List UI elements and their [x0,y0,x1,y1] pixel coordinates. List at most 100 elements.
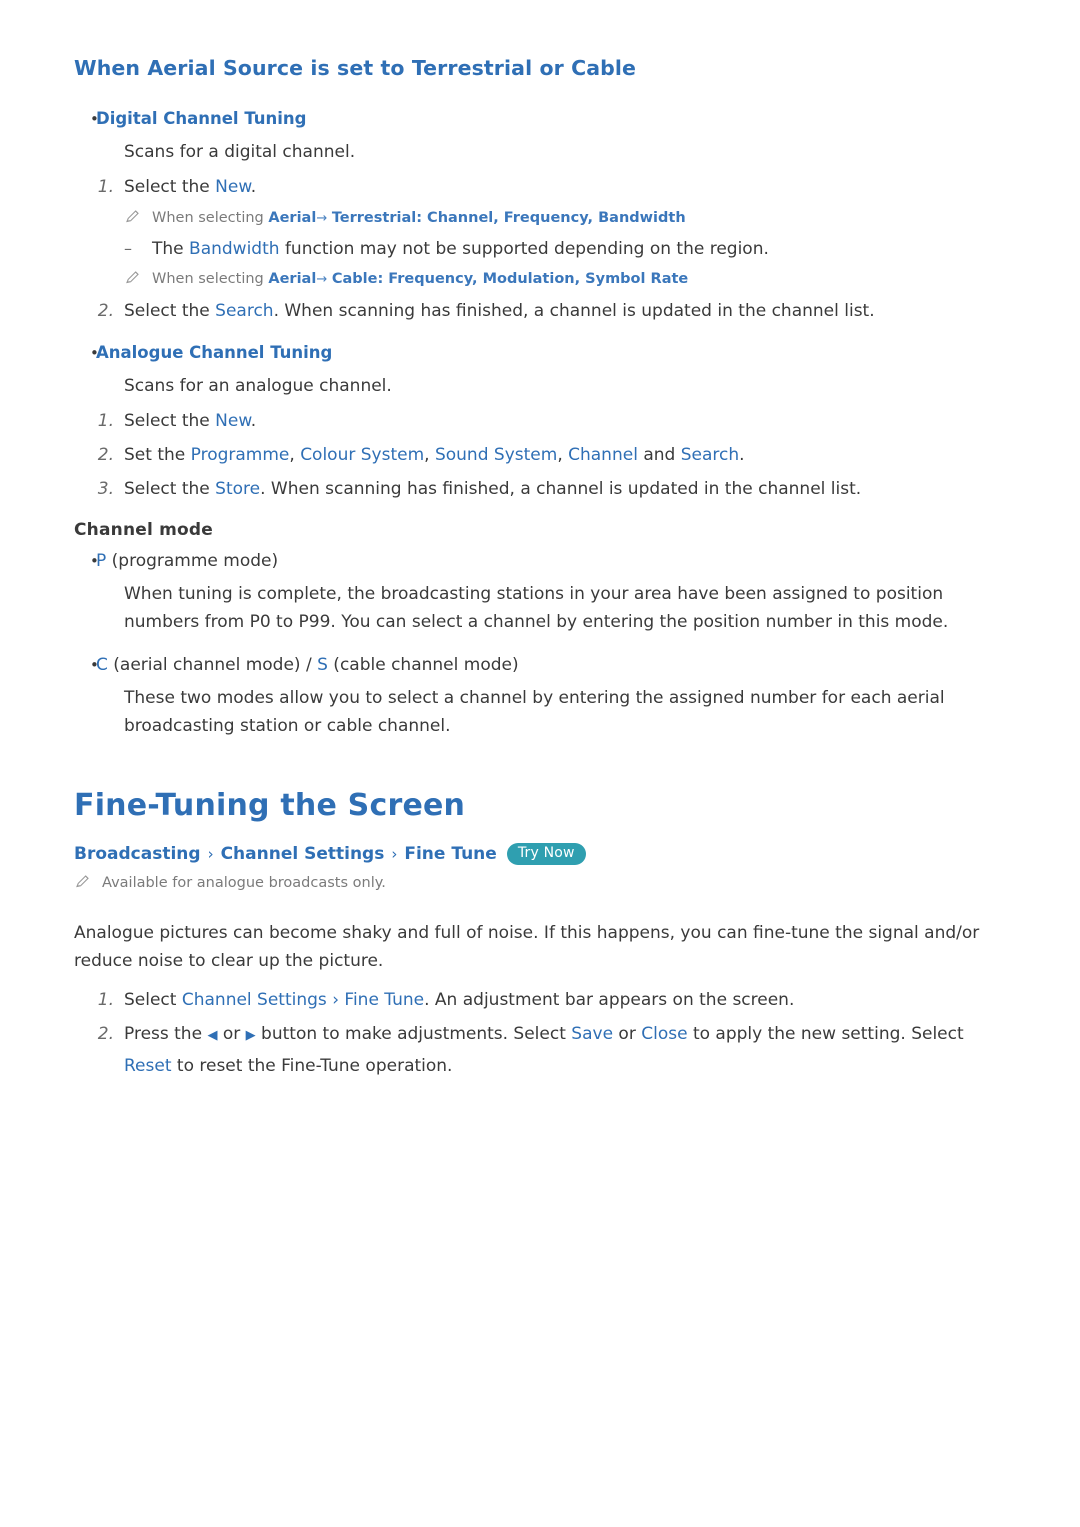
link-close[interactable]: Close [641,1024,687,1044]
link-new[interactable]: New [215,411,251,431]
bullet-icon [74,106,96,132]
step-number: 2. [97,445,114,465]
step-prefix: Select [124,990,182,1010]
step-suffix: . When scanning has finished, a channel … [273,301,875,321]
bullet-aerial-cable-mode: C (aerial channel mode) / S (cable chann… [74,652,1006,678]
dash-bandwidth-note: – The Bandwidth function may not be supp… [74,235,1006,263]
note-text: Available for analogue broadcasts only. [102,875,386,891]
digital-step-2: 2. Select the Search. When scanning has … [74,296,1006,326]
pencil-icon [124,206,152,229]
key-c: C [96,655,108,675]
step-number: 2. [97,301,114,321]
step-text: Select the New. [124,406,256,436]
breadcrumb-item-broadcasting[interactable]: Broadcasting [74,844,201,864]
link-fine-tune[interactable]: Fine Tune [344,990,424,1010]
step-number: 3. [97,479,114,499]
link-sound-system[interactable]: Sound System [435,445,557,465]
link-search[interactable]: Search [681,445,739,465]
aerial-cable-mode-paragraph: These two modes allow you to select a ch… [124,688,945,736]
dash-text: The Bandwidth function may not be suppor… [152,235,769,263]
document-page: When Aerial Source is set to Terrestrial… [0,0,1080,1527]
page-title: When Aerial Source is set to Terrestrial… [74,56,637,80]
link-reset[interactable]: Reset [124,1056,172,1076]
step-mid: button to make adjustments. Select [255,1024,572,1044]
mode-mid: (aerial channel mode) / [107,655,318,675]
step-suffix: . [250,411,257,431]
mode-rest: (cable channel mode) [327,655,519,675]
note-cable: When selecting Aerial→ Cable: Frequency,… [74,267,1006,292]
programme-mode-paragraph: When tuning is complete, the broadcastin… [124,584,949,632]
bullet-icon [74,548,96,574]
link-channel-settings[interactable]: Channel Settings [182,990,327,1010]
step-or: or [217,1024,246,1044]
dash-icon: – [124,239,132,258]
step-number: 1. [97,177,114,197]
note-aerial: Aerial [268,210,317,226]
arrow-right-icon: ▶ [245,1028,256,1043]
step-text: Select the Store. When scanning has fini… [124,474,861,504]
breadcrumb-item-fine-tune[interactable]: Fine Tune [404,844,496,864]
step-text: Select the New. [124,172,256,202]
link-search[interactable]: Search [215,301,273,321]
try-now-badge[interactable]: Try Now [506,843,586,865]
breadcrumb-item-channel-settings[interactable]: Channel Settings [221,844,385,864]
programme-mode-text: P (programme mode) [96,548,278,574]
dash-suffix: function may not be supported depending … [279,239,769,259]
key-p: P [96,551,107,571]
arrow-icon: → [316,211,328,226]
step-text: Select the Search. When scanning has fin… [124,296,875,326]
step-number: 1. [97,990,114,1010]
pencil-icon [124,267,152,290]
breadcrumb: Broadcasting › Channel Settings › Fine T… [74,843,1006,865]
note-prefix: When selecting [152,271,269,287]
aerial-cable-mode-text: C (aerial channel mode) / S (cable chann… [96,652,519,678]
link-channel[interactable]: Channel [568,445,638,465]
digital-description: Scans for a digital channel. [124,142,356,162]
step-number: 1. [97,411,114,431]
step-and: and [637,445,681,465]
link-store[interactable]: Store [215,479,260,499]
arrow-left-icon: ◀ [207,1028,218,1043]
analogue-step-3: 3. Select the Store. When scanning has f… [74,474,1006,504]
bullet-programme-mode: P (programme mode) [74,548,1006,574]
bullet-analogue-channel-tuning: Analogue Channel Tuning [74,340,1006,366]
step-prefix: Set the [124,445,191,465]
chevron-right-icon: › [207,845,214,863]
link-programme[interactable]: Programme [191,445,290,465]
programme-mode-rest: (programme mode) [106,551,279,571]
step-text: Press the ◀ or ▶ button to make adjustme… [124,1019,1006,1081]
analogue-description: Scans for an analogue channel. [124,376,392,396]
bullet-digital-channel-tuning: Digital Channel Tuning [74,106,1006,132]
step-prefix: Select the [124,301,216,321]
fine-tuning-title: Fine-Tuning the Screen [74,788,466,823]
link-new[interactable]: New [215,177,251,197]
link-bandwidth[interactable]: Bandwidth [189,239,280,259]
analogue-heading: Analogue Channel Tuning [96,343,333,362]
step-prefix: Select the [124,411,216,431]
bullet-icon [74,652,96,678]
step-suffix: . When scanning has finished, a channel … [260,479,862,499]
step-prefix: Select the [124,479,216,499]
step-suffix: . [739,445,745,465]
arrow-icon: → [316,272,328,287]
fine-tune-intro: Analogue pictures can become shaky and f… [74,923,980,971]
link-save[interactable]: Save [571,1024,613,1044]
step-number: 2. [97,1024,114,1044]
pencil-icon [74,871,102,894]
note-rest: Cable: Frequency, Modulation, Symbol Rat… [331,271,689,287]
note-text: When selecting Aerial→ Cable: Frequency,… [152,267,688,292]
analogue-step-1: 1. Select the New. [74,406,1006,436]
digital-step-1: 1. Select the New. [74,172,1006,202]
step-suffix: to reset the Fine-Tune operation. [171,1056,453,1076]
step-text: Select Channel Settings › Fine Tune. An … [124,985,794,1015]
key-s: S [317,655,328,675]
bullet-icon [74,340,96,366]
link-colour-system[interactable]: Colour System [300,445,424,465]
step-text: Set the Programme, Colour System, Sound … [124,445,745,465]
note-aerial: Aerial [268,271,317,287]
step-suffix: . [250,177,257,197]
fine-tune-step-1: 1. Select Channel Settings › Fine Tune. … [74,985,1006,1015]
step-prefix: Select the [124,177,216,197]
step-mid2: to apply the new setting. Select [687,1024,964,1044]
chevron-right-icon: › [326,990,345,1010]
